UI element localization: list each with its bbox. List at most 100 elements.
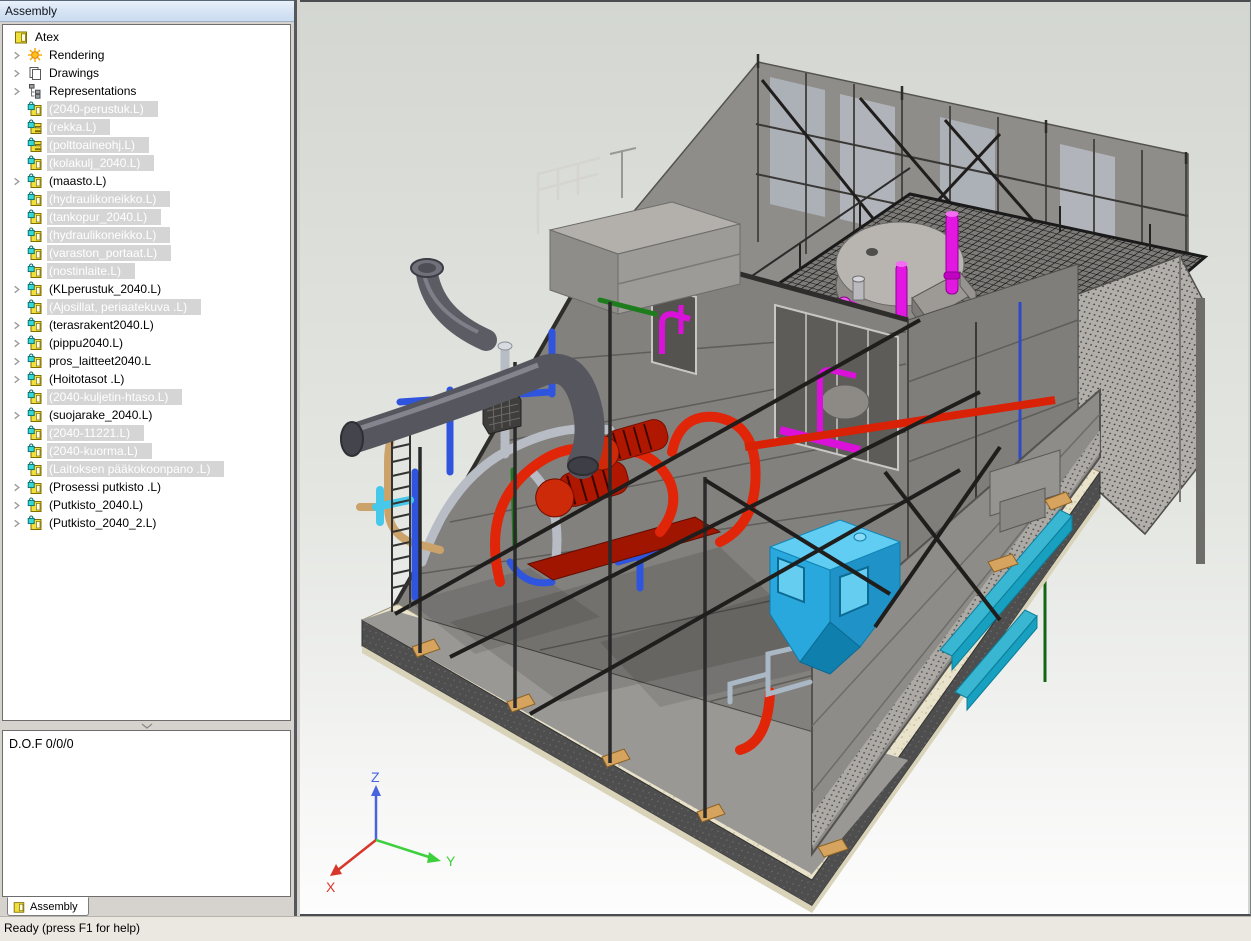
- tree-item[interactable]: (maasto.L): [3, 172, 290, 190]
- tree-item-label: (tankopur_2040.L): [47, 209, 161, 225]
- asm-icon: [27, 479, 47, 495]
- asm-icon: [27, 335, 47, 351]
- tree-item[interactable]: (nostinlaite.L): [3, 262, 290, 280]
- tree-item[interactable]: (tankopur_2040.L): [3, 208, 290, 226]
- asm-icon: [27, 407, 47, 423]
- tree-item-label: (Prosessi putkisto .L): [47, 479, 165, 495]
- tree-item[interactable]: (Laitoksen pääkokoonpano .L): [3, 460, 290, 478]
- expand-arrow-icon[interactable]: [9, 68, 27, 79]
- sun-icon: [27, 47, 47, 63]
- tree-item-label: pros_laitteet2040.L: [47, 353, 155, 369]
- tree-item[interactable]: pros_laitteet2040.L: [3, 352, 290, 370]
- tree-item[interactable]: (kolakulj_2040.L): [3, 154, 290, 172]
- pages-icon: [27, 65, 47, 81]
- tree-item-label: (2040-11221.L): [47, 425, 144, 441]
- expand-arrow-icon[interactable]: [9, 410, 27, 421]
- tree-item[interactable]: (2040-11221.L): [3, 424, 290, 442]
- tree-item-label: (2040-kuljetin-htaso.L): [47, 389, 182, 405]
- tab-assembly[interactable]: Assembly: [7, 897, 89, 916]
- tree-item[interactable]: (pippu2040.L): [3, 334, 290, 352]
- asm-icon: [27, 191, 47, 207]
- asm2-icon: [27, 119, 47, 135]
- asm-icon: [27, 425, 47, 441]
- expand-arrow-icon[interactable]: [9, 284, 27, 295]
- asm-icon: [27, 101, 47, 117]
- tree-item[interactable]: (hydraulikoneikko.L): [3, 190, 290, 208]
- tree-item[interactable]: Representations: [3, 82, 290, 100]
- tree-item[interactable]: (Prosessi putkisto .L): [3, 478, 290, 496]
- expand-arrow-icon[interactable]: [9, 338, 27, 349]
- tree-item-label: (polttoaineohj.L): [47, 137, 149, 153]
- asm-icon: [27, 299, 47, 315]
- 3d-viewport[interactable]: Z X Y: [300, 0, 1251, 916]
- tree-item-label: (hydraulikoneikko.L): [47, 227, 170, 243]
- expand-arrow-icon[interactable]: [9, 320, 27, 331]
- asm-icon: [27, 515, 47, 531]
- tree-item-label: (Hoitotasot .L): [47, 371, 128, 387]
- asm-icon: [27, 263, 47, 279]
- cad-scene: Z X Y: [300, 2, 1248, 914]
- tree-item[interactable]: (rekka.L): [3, 118, 290, 136]
- tree-item-label: (Laitoksen pääkokoonpano .L): [47, 461, 224, 477]
- dof-readout: D.O.F 0/0/0: [3, 731, 290, 751]
- asm-icon: [27, 173, 47, 189]
- asm-icon: [27, 317, 47, 333]
- asm-icon: [27, 497, 47, 513]
- tree-item-label: (suojarake_2040.L): [47, 407, 156, 423]
- tree-item[interactable]: (Hoitotasot .L): [3, 370, 290, 388]
- status-message: Ready (press F1 for help): [4, 921, 140, 935]
- expand-arrow-icon[interactable]: [9, 50, 27, 61]
- status-bar: Ready (press F1 for help): [0, 916, 1251, 941]
- asm-icon: [27, 371, 47, 387]
- tree-item[interactable]: Rendering: [3, 46, 290, 64]
- asm-icon: [27, 155, 47, 171]
- root-icon: [13, 29, 33, 45]
- axis-y-label: Y: [446, 853, 456, 869]
- tree-item[interactable]: (2040-kuljetin-htaso.L): [3, 388, 290, 406]
- tree-item-label: (varaston_portaat.L): [47, 245, 171, 261]
- expand-arrow-icon[interactable]: [9, 86, 27, 97]
- assembly-icon: [12, 900, 26, 914]
- tree-item[interactable]: (Putkisto_2040.L): [3, 496, 290, 514]
- expand-arrow-icon[interactable]: [9, 500, 27, 511]
- panel-tab-bar: Assembly: [0, 897, 294, 916]
- axis-x-label: X: [326, 879, 336, 895]
- tree-item[interactable]: (hydraulikoneikko.L): [3, 226, 290, 244]
- tree-item[interactable]: (2040-kuorma.L): [3, 442, 290, 460]
- tree-item-label: (maasto.L): [47, 173, 110, 189]
- tree-item-label: (nostinlaite.L): [47, 263, 135, 279]
- expand-arrow-icon[interactable]: [9, 356, 27, 367]
- tree-item-label: (rekka.L): [47, 119, 110, 135]
- tree-item-label: (pippu2040.L): [47, 335, 127, 351]
- tree-item-label: (Ajosillat, periaatekuva .L): [47, 299, 201, 315]
- asm-icon: [27, 443, 47, 459]
- tree-item[interactable]: (varaston_portaat.L): [3, 244, 290, 262]
- expand-arrow-icon[interactable]: [9, 518, 27, 529]
- repr-icon: [27, 83, 47, 99]
- tree-item[interactable]: (KLperustuk_2040.L): [3, 280, 290, 298]
- expand-arrow-icon[interactable]: [9, 374, 27, 385]
- tree-item[interactable]: (suojarake_2040.L): [3, 406, 290, 424]
- tree-item[interactable]: Drawings: [3, 64, 290, 82]
- tree-item-label: (kolakulj_2040.L): [47, 155, 154, 171]
- tree-item-label: Rendering: [47, 47, 108, 63]
- tree-item[interactable]: (Ajosillat, periaatekuva .L): [3, 298, 290, 316]
- tree-item[interactable]: (2040-perustuk.L): [3, 100, 290, 118]
- tree-item-label: (terasrakent2040.L): [47, 317, 158, 333]
- chevron-down-icon: [140, 723, 154, 729]
- assembly-panel: Assembly AtexRenderingDrawingsRepresenta…: [0, 0, 297, 916]
- assembly-tree[interactable]: AtexRenderingDrawingsRepresentations(204…: [2, 24, 291, 721]
- asm-icon: [27, 281, 47, 297]
- axis-z-label: Z: [371, 769, 380, 785]
- tree-item[interactable]: (terasrakent2040.L): [3, 316, 290, 334]
- tree-item-label: (2040-kuorma.L): [47, 443, 152, 459]
- panel-title: Assembly: [0, 0, 294, 22]
- pane-splitter[interactable]: [2, 721, 291, 730]
- expand-arrow-icon[interactable]: [9, 482, 27, 493]
- tree-item[interactable]: (Putkisto_2040_2.L): [3, 514, 290, 532]
- tree-item[interactable]: Atex: [3, 28, 290, 46]
- expand-arrow-icon[interactable]: [9, 176, 27, 187]
- tree-item-label: (2040-perustuk.L): [47, 101, 158, 117]
- tree-item[interactable]: (polttoaineohj.L): [3, 136, 290, 154]
- dof-pane: D.O.F 0/0/0: [2, 730, 291, 897]
